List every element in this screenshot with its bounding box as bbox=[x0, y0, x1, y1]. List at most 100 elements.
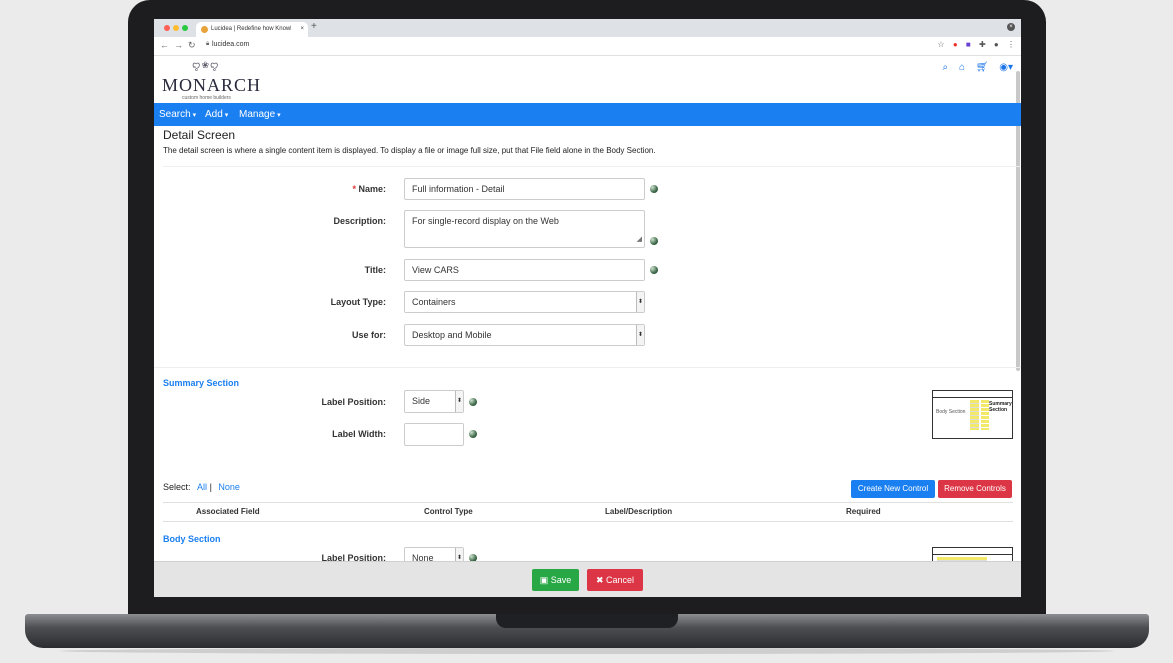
use-for-label: Use for: bbox=[351, 330, 386, 340]
menu-manage[interactable]: Manage bbox=[239, 109, 281, 120]
name-label-text: Name: bbox=[358, 184, 386, 194]
user-icon[interactable]: ◉▾ bbox=[999, 62, 1013, 73]
logo-tagline: custom home builders bbox=[182, 95, 231, 101]
browser-tab-bar: Lucidea | Redefine how Knowle × + × bbox=[154, 19, 1021, 37]
bookmark-star-icon[interactable]: ☆ bbox=[937, 40, 944, 49]
kebab-menu-icon[interactable]: ⋮ bbox=[1007, 40, 1015, 49]
use-for-value: Desktop and Mobile bbox=[412, 330, 492, 340]
help-icon[interactable] bbox=[469, 430, 477, 438]
page-title: Detail Screen bbox=[163, 128, 236, 142]
help-icon[interactable] bbox=[469, 398, 477, 406]
forward-icon[interactable]: → bbox=[174, 40, 183, 50]
screen: Lucidea | Redefine how Knowle × + × ← → … bbox=[154, 19, 1021, 597]
thumbnail-topbar bbox=[933, 391, 1012, 398]
tab-close-icon[interactable]: × bbox=[300, 22, 304, 37]
form-footer: ▣ Save ✖ Cancel bbox=[154, 561, 1021, 597]
description-textarea[interactable]: For single-record display on the Web ◢ bbox=[404, 210, 645, 248]
title-label: Title: bbox=[364, 265, 386, 275]
select-none-link[interactable]: None bbox=[218, 482, 240, 492]
browser-tab[interactable]: Lucidea | Redefine how Knowle × bbox=[196, 22, 308, 37]
summary-label-position-label: Label Position: bbox=[321, 397, 386, 407]
create-new-control-button[interactable]: Create New Control bbox=[851, 480, 935, 498]
use-for-select[interactable]: Desktop and Mobile ⬍ bbox=[404, 324, 645, 346]
save-icon: ▣ bbox=[539, 575, 549, 585]
select-separator: | bbox=[209, 482, 212, 492]
cart-icon[interactable]: 🛒︎ bbox=[976, 62, 989, 73]
help-icon[interactable] bbox=[650, 237, 658, 245]
description-label: Description: bbox=[333, 216, 386, 226]
save-label: Save bbox=[550, 575, 572, 585]
column-header-required[interactable]: Required bbox=[846, 507, 881, 516]
extension-icon[interactable]: ■ bbox=[966, 40, 971, 49]
maximize-window-icon[interactable] bbox=[182, 25, 188, 31]
profile-icon[interactable]: ● bbox=[994, 40, 999, 49]
layout-type-select[interactable]: Containers ⬍ bbox=[404, 291, 645, 313]
lock-icon: 🔒︎ bbox=[206, 41, 210, 47]
logo[interactable]: MONARCH bbox=[162, 75, 261, 96]
summary-label-position-value: Side bbox=[412, 396, 431, 406]
summary-label-position-select[interactable]: Side ⬍ bbox=[404, 390, 464, 413]
reload-icon[interactable]: ↻ bbox=[188, 40, 196, 51]
laptop-shadow bbox=[60, 648, 1114, 654]
select-row: Select: All | None bbox=[163, 482, 240, 492]
home-icon[interactable]: ⌂ bbox=[959, 62, 965, 73]
logo-ornament: ꨄ❀ꨄ bbox=[192, 60, 220, 70]
favicon-icon bbox=[201, 26, 208, 33]
resize-handle-icon[interactable]: ◢ bbox=[637, 233, 642, 246]
minimize-window-icon[interactable] bbox=[173, 25, 179, 31]
summary-section-heading: Summary Section bbox=[163, 378, 240, 388]
thumbnail-topbar bbox=[933, 548, 1012, 555]
page-description: The detail screen is where a single cont… bbox=[163, 146, 656, 155]
search-icon[interactable]: ⌕ bbox=[943, 62, 949, 73]
title-input[interactable]: View CARS bbox=[404, 259, 645, 281]
divider bbox=[163, 502, 1013, 503]
cancel-icon: ✖ bbox=[595, 575, 604, 585]
dropdown-arrow-icon: ⬍ bbox=[636, 292, 644, 312]
divider bbox=[163, 166, 1021, 167]
remove-controls-button[interactable]: Remove Controls bbox=[938, 480, 1012, 498]
puzzle-icon[interactable]: ✚ bbox=[979, 40, 986, 49]
divider bbox=[163, 521, 1013, 522]
address-bar: ← → ↻ 🔒︎ lucidea.com ☆ ● ■ ✚ ● ⋮ bbox=[154, 37, 1021, 56]
thumbnail-stripes bbox=[981, 400, 989, 430]
menu-add[interactable]: Add bbox=[205, 109, 228, 120]
tab-title: Lucidea | Redefine how Knowle bbox=[211, 26, 291, 32]
layout-type-label: Layout Type: bbox=[330, 297, 386, 307]
help-icon[interactable] bbox=[650, 185, 658, 193]
cancel-label: Cancel bbox=[606, 575, 635, 585]
summary-label-width-input[interactable] bbox=[404, 423, 464, 446]
name-label: * Name: bbox=[226, 184, 386, 194]
dropdown-arrow-icon: ⬍ bbox=[636, 325, 644, 345]
header-icons: ⌕ ⌂ 🛒︎ ◉▾ bbox=[935, 62, 1013, 73]
browser-extensions: ☆ ● ■ ✚ ● ⋮ bbox=[931, 40, 1015, 49]
help-icon[interactable] bbox=[650, 266, 658, 274]
thumbnail-stripes bbox=[970, 400, 979, 430]
save-button[interactable]: ▣ Save bbox=[532, 569, 579, 591]
column-header-control-type[interactable]: Control Type bbox=[424, 507, 473, 516]
window-close-icon[interactable]: × bbox=[1007, 23, 1015, 31]
main-menu: Search Add Manage bbox=[154, 103, 1021, 126]
dropdown-arrow-icon: ⬍ bbox=[455, 391, 463, 412]
name-input[interactable]: Full information - Detail bbox=[404, 178, 645, 200]
summary-label-width-label: Label Width: bbox=[332, 429, 386, 439]
summary-layout-thumbnail: Body Section Summary Section bbox=[932, 390, 1013, 439]
url-field[interactable]: lucidea.com bbox=[212, 41, 249, 48]
column-header-label-description[interactable]: Label/Description bbox=[605, 507, 672, 516]
description-text: For single-record display on the Web bbox=[412, 216, 559, 226]
back-icon[interactable]: ← bbox=[160, 40, 169, 50]
select-label: Select: bbox=[163, 482, 191, 492]
menu-search[interactable]: Search bbox=[159, 109, 196, 120]
body-section-heading: Body Section bbox=[163, 534, 221, 544]
cancel-button[interactable]: ✖ Cancel bbox=[587, 569, 643, 591]
column-header-associated-field[interactable]: Associated Field bbox=[196, 507, 260, 516]
extension-icon[interactable]: ● bbox=[953, 40, 958, 49]
new-tab-button[interactable]: + bbox=[311, 21, 317, 32]
select-all-link[interactable]: All bbox=[197, 482, 207, 492]
close-window-icon[interactable] bbox=[164, 25, 170, 31]
required-mark: * bbox=[352, 184, 356, 194]
divider bbox=[154, 367, 1021, 368]
laptop-notch bbox=[496, 614, 678, 628]
layout-type-value: Containers bbox=[412, 297, 456, 307]
thumbnail-summary-label: Summary Section bbox=[989, 401, 1012, 413]
thumbnail-body-label: Body Section bbox=[936, 409, 966, 415]
